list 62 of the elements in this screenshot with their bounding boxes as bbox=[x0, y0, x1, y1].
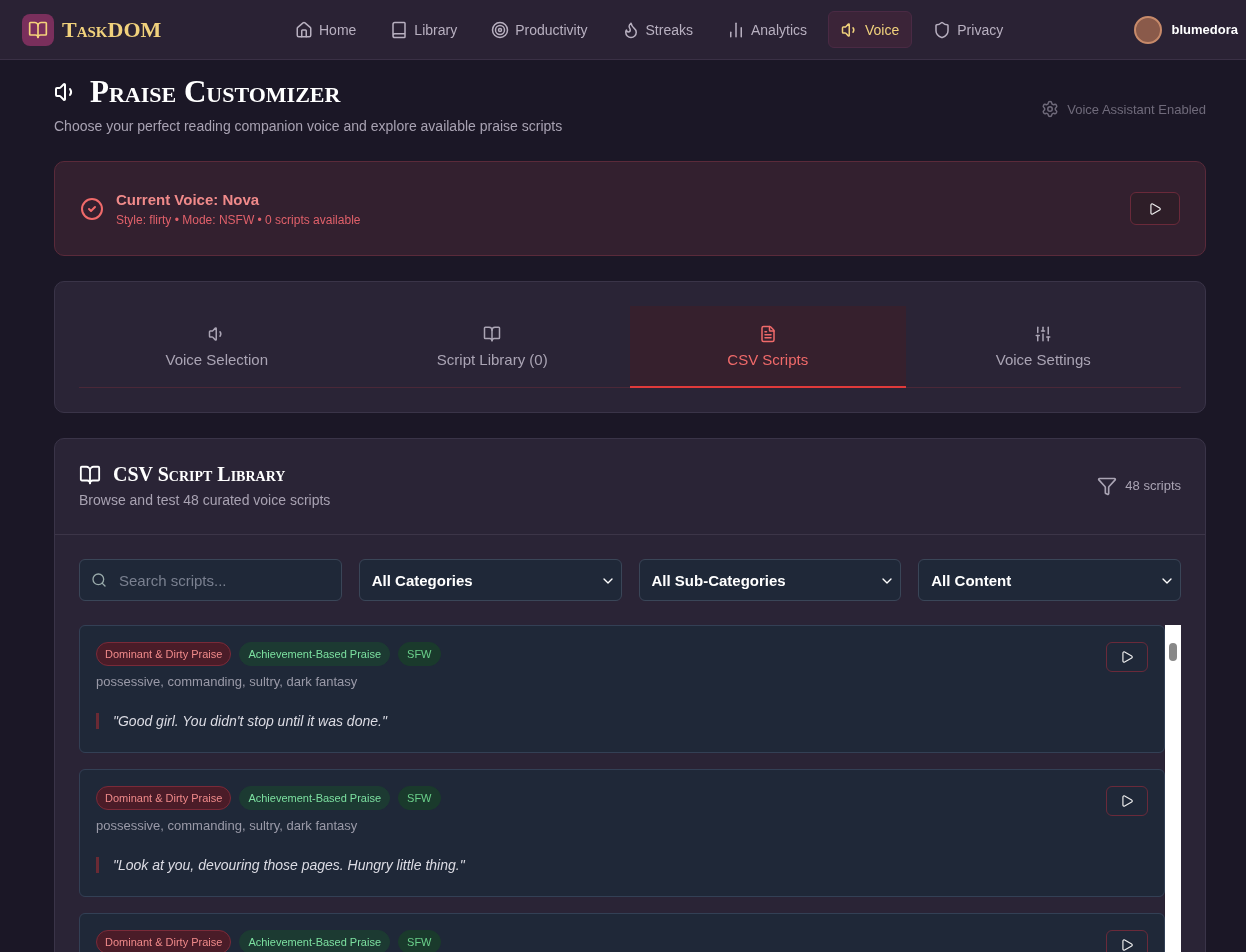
play-icon bbox=[1148, 201, 1162, 216]
filter-dropdown[interactable]: All Categories bbox=[358, 559, 622, 601]
nav-icon bbox=[727, 20, 745, 39]
tab[interactable]: Voice Selection bbox=[79, 306, 355, 388]
filter-dropdown[interactable]: All Sub-Categories bbox=[638, 559, 902, 601]
current-voice-details: Style: flirty • Mode: NSFW • 0 scripts available bbox=[116, 212, 361, 227]
tag: Dominant & Dirty Praise bbox=[96, 786, 232, 810]
tag: SFW bbox=[398, 786, 441, 810]
nav-icon bbox=[933, 20, 952, 39]
play-button[interactable] bbox=[1106, 642, 1148, 672]
library-subtitle: Browse and test 48 curated voice scripts bbox=[79, 492, 331, 508]
username: blumedora bbox=[1171, 22, 1238, 37]
tab[interactable]: CSV Scripts bbox=[630, 306, 906, 388]
nav-icon bbox=[491, 20, 510, 39]
tab-icon bbox=[1034, 324, 1053, 343]
settings-icon bbox=[1041, 100, 1060, 118]
script-tone: possessive, commanding, sultry, dark fantasy bbox=[96, 674, 359, 689]
nav-icon bbox=[295, 20, 313, 39]
nav-link[interactable]: Privacy bbox=[920, 11, 1017, 48]
nav-link[interactable]: Streaks bbox=[608, 11, 706, 48]
avatar[interactable] bbox=[1133, 15, 1162, 44]
nav-icon bbox=[390, 20, 409, 39]
tab-icon bbox=[758, 324, 777, 343]
status-text: Voice Assistant Enabled bbox=[1067, 101, 1206, 117]
tag: Achievement-Based Praise bbox=[239, 786, 391, 810]
check-icon bbox=[80, 196, 104, 221]
tag: Dominant & Dirty Praise bbox=[96, 642, 232, 666]
tab-icon bbox=[483, 324, 502, 343]
nav-link[interactable]: Analytics bbox=[714, 11, 820, 48]
book-icon bbox=[79, 463, 101, 486]
brand-name: TaskDOM bbox=[62, 16, 163, 43]
page-subtitle: Choose your perfect reading companion voice and explore available praise scripts bbox=[54, 118, 563, 134]
tag: Achievement-Based Praise bbox=[239, 930, 391, 952]
tag: Dominant & Dirty Praise bbox=[96, 930, 232, 952]
script-count: 48 scripts bbox=[1125, 478, 1181, 493]
script-quote: "Look at you, devouring those pages. Hungry little thing." bbox=[96, 857, 1106, 873]
search-field[interactable]: Search scripts... bbox=[79, 559, 342, 601]
play-icon bbox=[1120, 650, 1134, 664]
tab[interactable]: Script Library (0) bbox=[354, 306, 630, 388]
filter-dropdown[interactable]: All Content bbox=[918, 559, 1181, 601]
tag: SFW bbox=[398, 642, 441, 666]
play-icon bbox=[1120, 938, 1134, 952]
script-tone: possessive, commanding, sultry, dark fantasy bbox=[96, 818, 359, 833]
play-icon bbox=[1120, 794, 1134, 808]
logo-icon bbox=[22, 13, 54, 46]
page-title: Praise Customizer bbox=[90, 74, 341, 110]
tag: Achievement-Based Praise bbox=[239, 642, 391, 666]
search-icon bbox=[91, 572, 107, 588]
tab[interactable]: Voice Settings bbox=[905, 306, 1181, 388]
script-quote: "Good girl. You didn't stop until it was done." bbox=[96, 713, 1106, 729]
scrollbar[interactable] bbox=[1165, 625, 1181, 952]
nav-link[interactable]: Productivity bbox=[478, 11, 601, 48]
nav-link[interactable]: Home bbox=[282, 11, 370, 48]
nav-link[interactable]: Voice bbox=[828, 11, 913, 48]
tag: SFW bbox=[398, 930, 441, 952]
play-button[interactable] bbox=[1106, 930, 1148, 952]
filter-icon bbox=[1097, 475, 1118, 496]
library-title: CSV Script Library bbox=[113, 463, 286, 486]
play-button[interactable] bbox=[1106, 786, 1148, 816]
current-voice-title: Current Voice: Nova bbox=[116, 190, 261, 208]
play-button[interactable] bbox=[1130, 192, 1180, 225]
nav-link[interactable]: Library bbox=[377, 11, 471, 48]
